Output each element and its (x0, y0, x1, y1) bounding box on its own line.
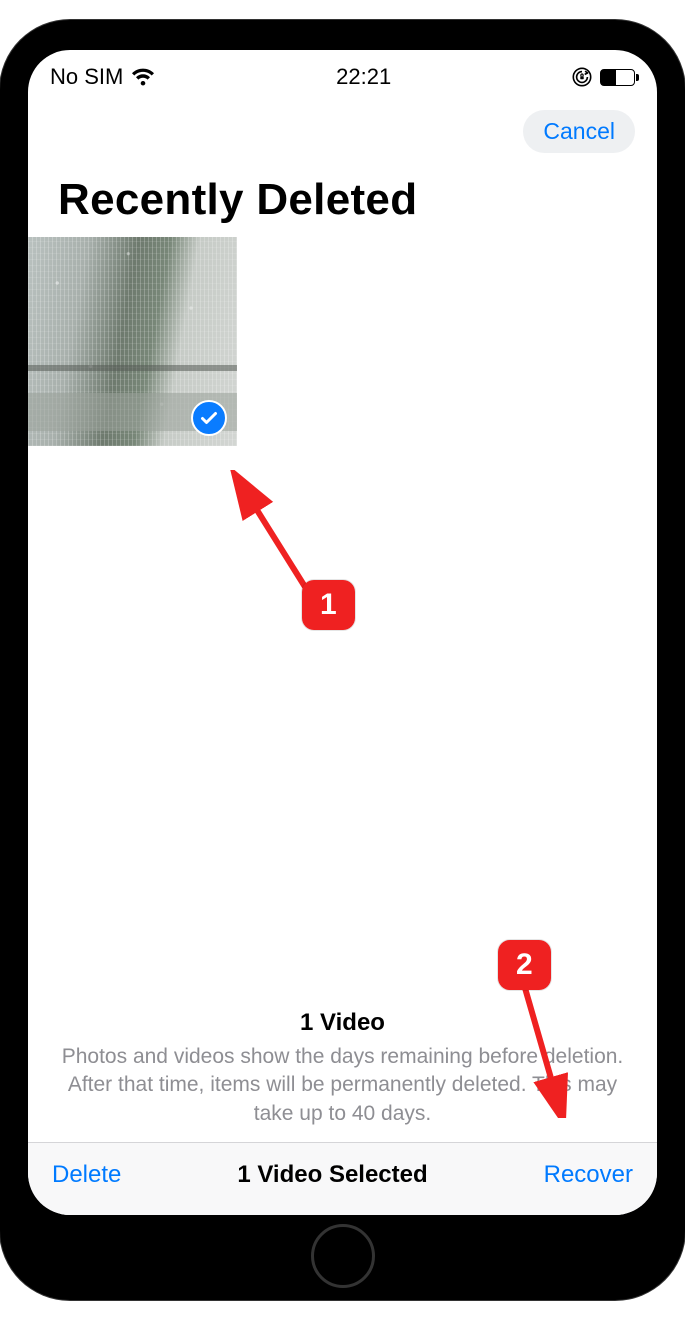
media-thumbnail[interactable] (28, 237, 237, 446)
item-count: 1 Video (48, 1009, 637, 1037)
selection-status: 1 Video Selected (237, 1161, 427, 1189)
info-footer: 1 Video Photos and videos show the days … (28, 1009, 657, 1142)
carrier-text: No SIM (50, 64, 123, 90)
photo-grid (28, 237, 657, 1009)
clock: 22:21 (336, 64, 391, 90)
selected-check-icon (191, 400, 227, 436)
status-left: No SIM (50, 64, 155, 90)
rotation-lock-icon (572, 67, 592, 87)
home-button[interactable] (311, 1224, 375, 1288)
wifi-icon (131, 68, 155, 86)
bottom-toolbar: Delete 1 Video Selected Recover (28, 1142, 657, 1215)
status-right (572, 67, 635, 87)
nav-bar: Cancel (28, 96, 657, 157)
status-bar: No SIM 22:21 (28, 50, 657, 96)
battery-icon (600, 69, 635, 86)
info-description: Photos and videos show the days remainin… (48, 1043, 637, 1128)
cancel-button[interactable]: Cancel (523, 110, 635, 153)
page-title: Recently Deleted (28, 157, 657, 237)
delete-button[interactable]: Delete (52, 1161, 121, 1189)
screen: No SIM 22:21 (28, 50, 657, 1215)
device-frame: No SIM 22:21 (0, 20, 685, 1300)
recover-button[interactable]: Recover (544, 1161, 633, 1189)
